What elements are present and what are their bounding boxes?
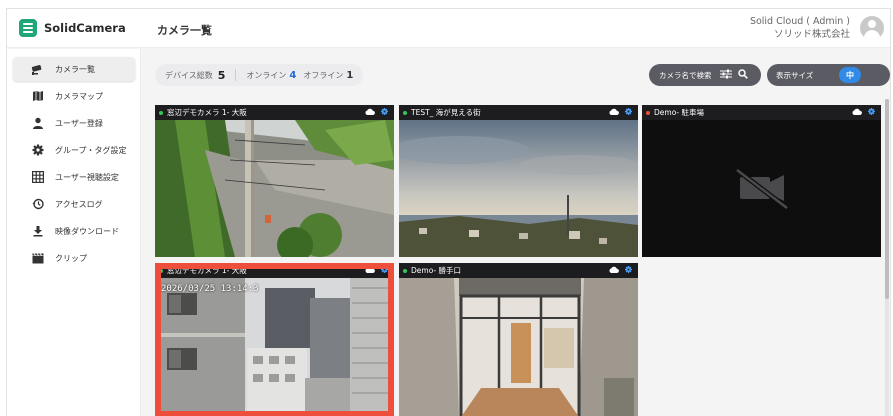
cloud-icon: [365, 108, 375, 117]
camera-tile-header: TEST_ 海が見える街: [399, 105, 638, 120]
clapper-icon: [31, 251, 45, 265]
total-devices-label: デバイス総数: [165, 70, 213, 80]
sidebar-item-label: 映像ダウンロード: [55, 226, 119, 236]
account-name: Solid Cloud ( Admin ): [749, 16, 850, 27]
brand-name: SolidCamera: [44, 21, 126, 35]
camera-feed-offline[interactable]: [642, 120, 881, 257]
online-count: 4: [289, 69, 297, 81]
camera-search[interactable]: カメラ名で検索: [649, 64, 761, 86]
sidebar-item-camera-list[interactable]: カメラ一覧: [13, 57, 135, 81]
camera-tile[interactable]: Demo- 勝手口: [399, 263, 638, 416]
camera-feed-back-door[interactable]: [399, 278, 638, 416]
status-dot: [646, 110, 650, 115]
cloud-icon: [365, 266, 375, 275]
history-icon: [31, 197, 45, 211]
camera-tile-header: Demo- 勝手口: [399, 263, 638, 278]
sidebar-item-group-tag-settings[interactable]: グループ・タグ設定: [13, 138, 135, 162]
camera-icon: [31, 62, 45, 76]
sidebar-item-video-download[interactable]: 映像ダウンロード: [13, 219, 135, 243]
user-icon: [31, 116, 45, 130]
status-dot: [403, 268, 407, 273]
sidebar-item-label: ユーザー視聴設定: [55, 172, 119, 182]
sidebar-item-user-registration[interactable]: ユーザー登録: [13, 111, 135, 135]
sidebar-item-label: カメラ一覧: [55, 64, 95, 74]
search-icon[interactable]: [737, 69, 748, 81]
sidebar-item-label: ユーザー登録: [55, 118, 103, 128]
camera-tile-header: 窓辺デモカメラ 1- 大阪: [155, 105, 394, 120]
offline-label: オフライン: [303, 70, 344, 80]
sidebar-item-clip[interactable]: クリップ: [13, 246, 135, 270]
cloud-icon: [609, 108, 619, 117]
map-icon: [31, 89, 45, 103]
top-header: SolidCamera カメラ一覧 Solid Cloud ( Admin ) …: [7, 9, 890, 48]
online-label: オンライン: [246, 70, 287, 80]
download-icon: [31, 224, 45, 238]
cloud-icon: [609, 266, 619, 275]
solidcamera-logo-icon: [19, 19, 37, 37]
camera-tile-selected[interactable]: 窓辺デモカメラ 1- 大阪 2026/03/25 13:14:3: [155, 263, 394, 416]
camera-search-label: カメラ名で検索: [659, 70, 712, 80]
avatar[interactable]: [860, 16, 884, 40]
camera-settings-gear-icon[interactable]: [625, 266, 632, 275]
camera-tile[interactable]: 窓辺デモカメラ 1- 大阪: [155, 105, 394, 257]
page-title: カメラ一覧: [157, 24, 212, 37]
camera-settings-gear-icon[interactable]: [381, 266, 388, 275]
camera-name: TEST_ 海が見える街: [411, 108, 481, 117]
sidebar-item-access-log[interactable]: アクセスログ: [13, 192, 135, 216]
status-dot: [159, 110, 163, 115]
brand[interactable]: SolidCamera: [19, 19, 126, 37]
camera-name: Demo- 勝手口: [411, 266, 462, 275]
video-timestamp: 2026/03/25 13:14:3: [161, 284, 259, 294]
sidebar-item-label: グループ・タグ設定: [55, 145, 127, 155]
camera-name: 窓辺デモカメラ 1- 大阪: [167, 108, 247, 117]
filter-sliders-icon[interactable]: [719, 69, 732, 81]
account-info[interactable]: Solid Cloud ( Admin ) ソリッド株式会社: [750, 15, 850, 41]
sidebar-item-user-viewing-settings[interactable]: ユーザー視聴設定: [13, 165, 135, 189]
device-count-summary: デバイス総数 5 オンライン 4 オフライン 1: [155, 64, 364, 86]
cloud-icon: [852, 108, 862, 117]
camera-name: 窓辺デモカメラ 1- 大阪: [167, 266, 247, 275]
camera-feed-sea-town[interactable]: [399, 120, 638, 257]
camera-settings-gear-icon[interactable]: [625, 108, 632, 117]
sidebar-item-label: クリップ: [55, 253, 87, 263]
total-devices-count: 5: [217, 68, 226, 82]
camera-tile-header: 窓辺デモカメラ 1- 大阪: [155, 263, 394, 278]
camera-name: Demo- 駐車場: [654, 108, 705, 117]
camera-tile-header: Demo- 駐車場: [642, 105, 881, 120]
display-size-label: 表示サイズ: [776, 70, 814, 80]
app-window: SolidCamera カメラ一覧 Solid Cloud ( Admin ) …: [6, 8, 891, 416]
camera-settings-gear-icon[interactable]: [381, 108, 388, 117]
status-dot: [403, 110, 407, 115]
camera-tile[interactable]: Demo- 駐車場: [642, 105, 881, 257]
scrollbar-thumb[interactable]: [885, 99, 889, 299]
status-dot: [159, 268, 163, 273]
sidebar-item-label: アクセスログ: [55, 199, 103, 209]
offline-count: 1: [346, 69, 354, 81]
grid-icon: [31, 170, 45, 184]
camera-tile[interactable]: TEST_ 海が見える街: [399, 105, 638, 257]
sidebar-item-camera-map[interactable]: カメラマップ: [13, 84, 135, 108]
gear-icon: [31, 143, 45, 157]
sidebar: カメラ一覧 カメラマップ ユーザー登録 グループ・タグ設定 ユーザー視聴設定 ア…: [7, 49, 141, 416]
company-name: ソリッド株式会社: [773, 29, 850, 40]
display-size-toggle[interactable]: 表示サイズ 中: [767, 64, 890, 86]
camera-feed-street[interactable]: [155, 120, 394, 257]
camera-feed-buildings[interactable]: [155, 278, 394, 416]
display-size-medium-button[interactable]: 中: [839, 67, 861, 83]
sidebar-item-label: カメラマップ: [55, 91, 103, 101]
camera-settings-gear-icon[interactable]: [868, 108, 875, 117]
